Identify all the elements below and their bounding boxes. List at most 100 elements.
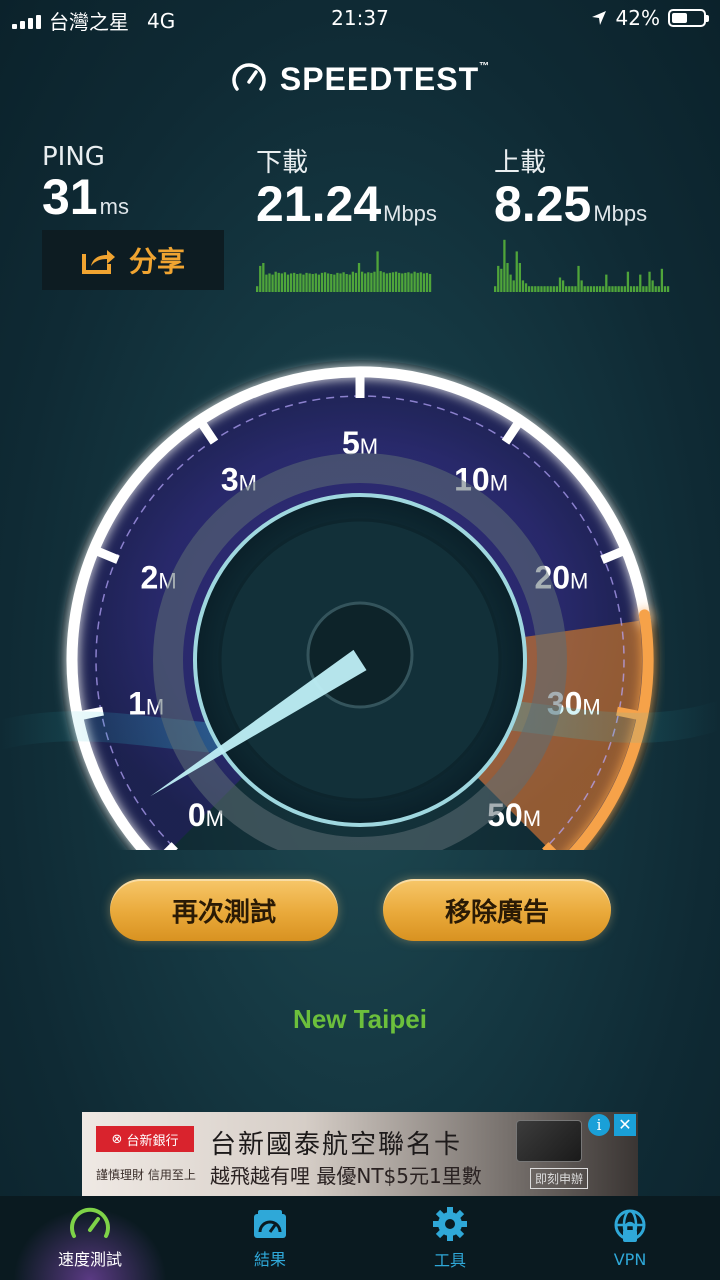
status-bar: 台灣之星 4G 21:37 42%: [0, 0, 720, 38]
sparkline-bar: [571, 286, 574, 292]
sparkline-bar: [648, 271, 651, 292]
ad-subtext: 越飛越有哩 最優NT$5元1里數: [210, 1164, 482, 1188]
sparkline-bar: [425, 272, 429, 292]
location-arrow-icon: [591, 11, 606, 25]
retest-button[interactable]: 再次測試: [110, 879, 338, 941]
server-location[interactable]: New Taipei: [0, 1004, 720, 1035]
sparkline-bar: [515, 251, 518, 292]
sparkline-bar: [580, 280, 583, 292]
ping-label: PING: [42, 142, 105, 172]
sparkline-bar: [373, 271, 376, 292]
sparkline-bar: [320, 272, 324, 292]
download-metric: 下載 21.24Mbps: [256, 142, 437, 239]
sparkline-bar: [617, 286, 620, 292]
ad-card-image: [516, 1120, 582, 1162]
sparkline-bar: [428, 274, 432, 292]
sparkline-bar: [394, 271, 398, 292]
sparkline-bar: [524, 283, 528, 292]
speedometer-logo-icon: [232, 63, 266, 91]
sparkline-bar: [296, 274, 299, 292]
ad-cta-button[interactable]: 即刻申辦: [529, 1168, 588, 1189]
sparkline-bar: [401, 273, 404, 292]
sparkline-bar: [614, 286, 617, 292]
sparkline-bar: [323, 272, 327, 292]
tab-label: VPN: [613, 1249, 647, 1269]
sparkline-bar: [540, 286, 543, 292]
sparkline-bar: [527, 286, 531, 292]
tab-vpn[interactable]: VPN: [540, 1196, 720, 1280]
sparkline-bar: [602, 286, 605, 292]
sparkline-bar: [330, 274, 333, 292]
sparkline-bar: [271, 274, 274, 292]
results-icon: [254, 1210, 286, 1238]
sparkline-bar: [583, 286, 586, 292]
sparkline-bar: [416, 272, 419, 292]
sparkline-bar: [663, 286, 667, 292]
sparkline-bar: [537, 286, 540, 292]
sparkline-bar: [534, 286, 537, 292]
sparkline-bar: [666, 286, 670, 292]
sparkline-bar: [410, 273, 413, 292]
sparkline-bar: [494, 286, 497, 292]
sparkline-bar: [407, 272, 410, 292]
download-value: 21.24: [256, 176, 382, 232]
sparkline-bar: [379, 271, 382, 292]
upload-label: 上載: [494, 148, 547, 178]
sparkline-bar: [360, 271, 364, 292]
sparkline-bar: [413, 271, 416, 292]
battery-icon: [668, 9, 709, 27]
remove-ads-button[interactable]: 移除廣告: [383, 879, 611, 941]
download-unit: Mbps: [383, 201, 437, 226]
sparkline-bar: [348, 274, 351, 292]
speedometer-icon: [70, 1207, 110, 1238]
sparkline-bar: [657, 286, 660, 292]
sparkline-bar: [277, 272, 280, 292]
sparkline-bar: [339, 273, 342, 292]
sparkline-bar: [351, 271, 355, 292]
upload-value: 8.25: [494, 176, 592, 232]
sparkline-bar: [333, 274, 336, 292]
sparkline-bar: [259, 265, 262, 292]
sparkline-bar: [305, 272, 308, 292]
sparkline-bar: [531, 286, 534, 292]
sparkline-bar: [345, 274, 348, 292]
sparkline-bar: [497, 265, 500, 292]
sparkline-bar: [398, 272, 401, 292]
sparkline-bar: [518, 263, 521, 292]
app-title: SPEEDTEST™: [279, 60, 491, 97]
sparkline-bar: [654, 286, 657, 292]
sparkline-bar: [293, 272, 296, 292]
ad-bank-logo: ⊗ 台新銀行: [96, 1126, 194, 1152]
tab-bar: 速度測試 結果 工具 VPN: [0, 1196, 720, 1280]
sparkline-bar: [286, 274, 290, 292]
ad-close-icon[interactable]: ✕: [614, 1114, 636, 1136]
sparkline-bar: [589, 286, 593, 292]
ad-banner[interactable]: ⊗ 台新銀行 謹慎理財 信用至上 台新國泰航空聯名卡 越飛越有哩 最優NT$5元1…: [82, 1112, 638, 1196]
share-label: 分享: [128, 245, 185, 278]
sparkline-bar: [308, 273, 311, 292]
sparkline-bar: [265, 274, 268, 292]
sparkline-bar: [299, 273, 302, 292]
share-button[interactable]: 分享: [42, 230, 224, 290]
sparkline-bar: [651, 280, 654, 292]
app-header: SPEEDTEST™: [0, 60, 720, 98]
sparkline-bar: [314, 273, 317, 292]
sparkline-bar: [549, 286, 552, 292]
sparkline-bar: [367, 272, 370, 292]
ad-info-icon[interactable]: i: [588, 1114, 610, 1136]
sparkline-bar: [509, 274, 512, 292]
upload-sparkline: [494, 239, 670, 292]
sparkline-bar: [586, 286, 589, 292]
sparkline-bar: [543, 286, 546, 292]
sparkline-bar: [592, 286, 596, 292]
sparkline-bar: [283, 272, 287, 292]
tab-speedtest[interactable]: 速度測試: [0, 1196, 180, 1280]
sparkline-bar: [561, 280, 565, 292]
sparkline-bar: [636, 286, 639, 292]
tab-results[interactable]: 結果: [180, 1196, 360, 1280]
sparkline-bar: [632, 286, 636, 292]
sparkline-bar: [503, 239, 506, 292]
tab-tools[interactable]: 工具: [360, 1196, 540, 1280]
ping-unit: ms: [99, 194, 129, 219]
sparkline-bar: [280, 273, 283, 292]
